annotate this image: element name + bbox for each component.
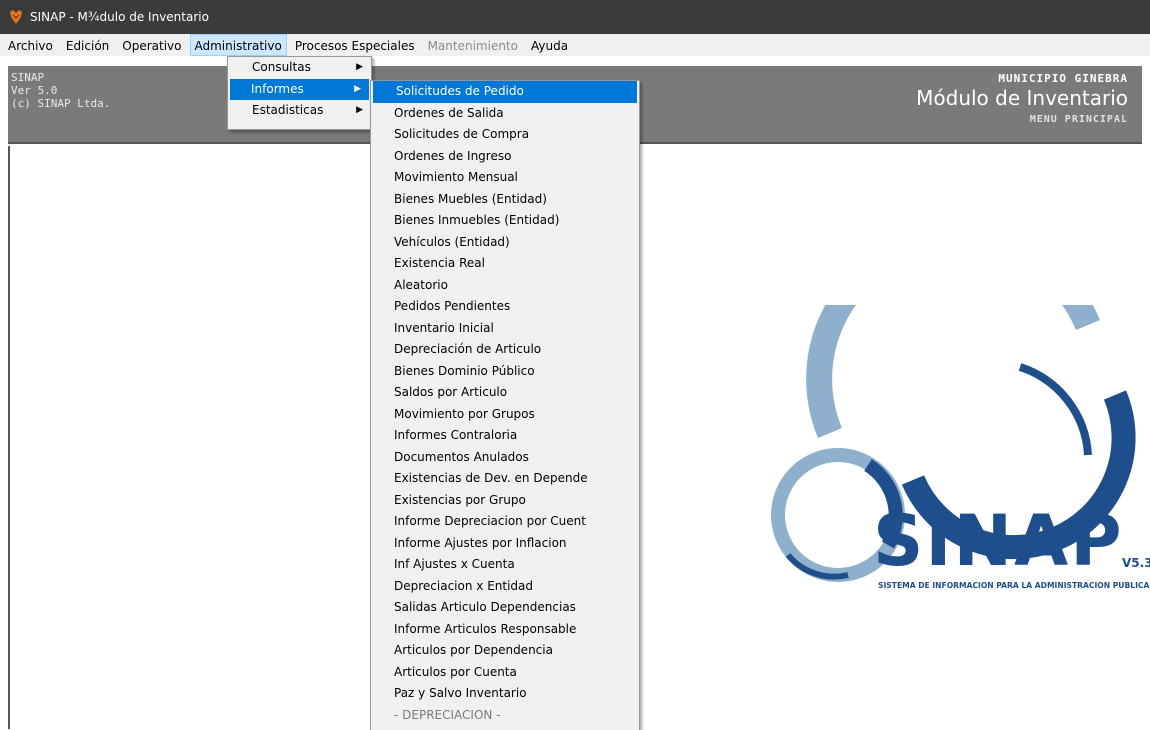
informes-menu-item[interactable]: Bienes Muebles (Entidad) xyxy=(371,189,639,211)
informes-menu-item[interactable]: Bienes Dominio Público xyxy=(371,361,639,383)
informes-menu-item[interactable]: Ordenes de Salida xyxy=(371,103,639,125)
informes-menu-item[interactable]: Articulos por Cuenta xyxy=(371,662,639,684)
sinap-logo: SINAP V5.3 SISTEMA DE INFORMACION PARA L… xyxy=(771,305,1150,590)
copyright: (c) SINAP Ltda. xyxy=(11,97,111,110)
informes-menu-item[interactable]: Saldos por Articulo xyxy=(371,382,639,404)
menu-item-informes[interactable]: Informes ▶ xyxy=(230,78,369,100)
submenu-arrow-icon: ▶ xyxy=(356,62,363,72)
app-version: Ver 5.0 xyxy=(11,84,58,97)
informes-menu-item[interactable]: Aleatorio xyxy=(371,275,639,297)
informes-menu-item[interactable]: Salidas Articulo Dependencias xyxy=(371,597,639,619)
menu-mantenimiento[interactable]: Mantenimiento xyxy=(423,34,523,56)
informes-menu-item[interactable]: Depreciación de Articulo xyxy=(371,339,639,361)
informes-menu-item[interactable]: Pedidos Pendientes xyxy=(371,296,639,318)
menu-principal-label: MENU PRINCIPAL xyxy=(1029,114,1128,125)
version-info: SINAP Ver 5.0 (c) SINAP Ltda. xyxy=(11,71,110,110)
informes-menu-item[interactable]: Existencias de Dev. en Depende xyxy=(371,468,639,490)
menu-bar: Archivo Edición Operativo Administrativo… xyxy=(0,34,1150,56)
administrativo-dropdown: Consultas ▶ Informes ▶ Estadisticas ▶ xyxy=(227,56,372,130)
municipio-name: MUNICIPIO GINEBRA xyxy=(998,72,1128,85)
informes-menu-item: - DEPRECIACION - xyxy=(394,707,501,722)
window-title: SINAP - M¾dulo de Inventario xyxy=(30,10,209,24)
logo-version: V5.3 xyxy=(1122,556,1150,570)
submenu-arrow-icon: ▶ xyxy=(354,83,361,94)
menu-procesos-especiales[interactable]: Procesos Especiales xyxy=(290,34,420,56)
informes-menu-item[interactable]: Informe Depreciacion por Cuent xyxy=(371,511,639,533)
app-name: SINAP xyxy=(11,71,45,84)
informes-menu-item[interactable]: Solicitudes de Pedido xyxy=(373,81,637,103)
informes-menu-item[interactable]: Inventario Inicial xyxy=(371,318,639,340)
menu-edicion[interactable]: Edición xyxy=(61,34,114,56)
logo-brand: SINAP xyxy=(873,500,1124,582)
informes-menu-item[interactable]: Vehículos (Entidad) xyxy=(371,232,639,254)
menu-item-label: Informes xyxy=(251,81,304,96)
informes-menu-item[interactable]: Bienes Inmuebles (Entidad) xyxy=(371,210,639,232)
informes-menu-item[interactable]: Movimiento Mensual xyxy=(371,167,639,189)
header-titles: MUNICIPIO GINEBRA Módulo de Inventario M… xyxy=(916,72,1128,125)
informes-menu-item[interactable]: Inf Ajustes x Cuenta xyxy=(371,554,639,576)
informes-menu-item[interactable]: Solicitudes de Compra xyxy=(371,124,639,146)
title-bar[interactable]: SINAP - M¾dulo de Inventario xyxy=(0,0,1150,34)
informes-submenu: Solicitudes de Pedido Ordenes de Salida So… xyxy=(370,80,640,730)
informes-menu-item[interactable]: Existencias por Grupo xyxy=(371,490,639,512)
informes-menu-item[interactable]: Informe Articulos Responsable xyxy=(371,619,639,641)
module-title: Módulo de Inventario xyxy=(916,86,1128,110)
informes-menu-item[interactable]: Informes Contraloria xyxy=(371,425,639,447)
informes-menu-item[interactable]: Informe Ajustes por Inflacion xyxy=(371,533,639,555)
informes-menu-item[interactable]: Documentos Anulados xyxy=(371,447,639,469)
menu-archivo[interactable]: Archivo xyxy=(3,34,58,56)
menu-operativo[interactable]: Operativo xyxy=(117,34,186,56)
menu-administrativo[interactable]: Administrativo xyxy=(189,34,287,56)
menu-ayuda[interactable]: Ayuda xyxy=(526,34,573,56)
logo-tagline: SISTEMA DE INFORMACION PARA LA ADMINISTR… xyxy=(878,581,1149,590)
informes-menu-item[interactable]: Depreciacion x Entidad xyxy=(371,576,639,598)
sinap-app-icon[interactable] xyxy=(8,9,24,25)
submenu-arrow-icon: ▶ xyxy=(356,105,363,115)
menu-item-consultas[interactable]: Consultas ▶ xyxy=(228,57,371,79)
informes-menu-item[interactable]: Ordenes de Ingreso xyxy=(371,146,639,168)
menu-item-label: Consultas xyxy=(252,60,311,74)
informes-menu-item[interactable]: Articulos por Dependencia xyxy=(371,640,639,662)
informes-menu-item[interactable]: Existencia Real xyxy=(371,253,639,275)
informes-menu-item[interactable]: Movimiento por Grupos xyxy=(371,404,639,426)
informes-menu-item[interactable]: Paz y Salvo Inventario xyxy=(371,683,639,705)
menu-item-estadisticas[interactable]: Estadisticas ▶ xyxy=(228,100,371,122)
menu-item-label: Estadisticas xyxy=(252,103,324,117)
